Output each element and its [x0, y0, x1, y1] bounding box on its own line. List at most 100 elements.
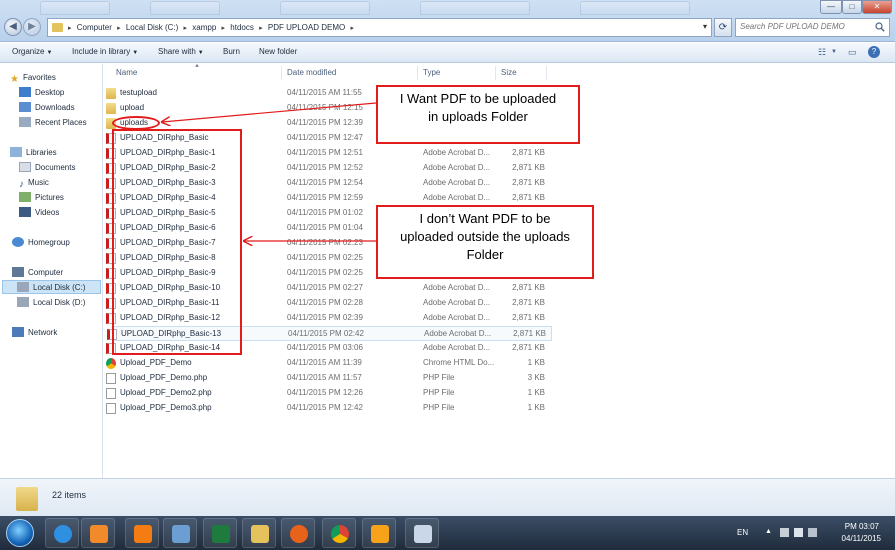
- burn-button[interactable]: Burn: [223, 47, 240, 56]
- column-header-type[interactable]: Type: [423, 68, 440, 77]
- firefox-icon: [290, 525, 308, 543]
- crumb-pdf-upload-demo[interactable]: PDF UPLOAD DEMO: [268, 23, 345, 32]
- search-box[interactable]: [735, 18, 890, 37]
- nav-videos[interactable]: Videos: [19, 206, 59, 220]
- clock-time[interactable]: PM 03:07: [845, 522, 879, 531]
- callout-top-line-1: I Want PDF to be uploaded: [399, 91, 557, 106]
- nav-recent-places[interactable]: Recent Places: [19, 116, 87, 130]
- column-header-size[interactable]: Size: [501, 68, 517, 77]
- help-icon[interactable]: ?: [868, 46, 880, 58]
- maximize-button[interactable]: □: [842, 0, 862, 14]
- file-size: 1 KB: [527, 388, 545, 397]
- column-headers: ▲ Name Date modified Type Size: [104, 63, 895, 82]
- nav-music[interactable]: ♪ Music: [19, 176, 49, 190]
- include-in-library-button[interactable]: Include in library ▼: [72, 47, 138, 56]
- view-options-icon[interactable]: ☷: [818, 47, 826, 58]
- search-icon[interactable]: [875, 22, 885, 32]
- file-row[interactable]: Upload_PDF_Demo 04/11/2015 AM 11:39 Chrome…: [106, 356, 552, 371]
- share-with-button[interactable]: Share with ▼: [158, 47, 204, 56]
- column-divider[interactable]: [281, 66, 282, 80]
- minimize-button[interactable]: —: [820, 0, 842, 14]
- chevron-right-icon[interactable]: ▸: [259, 25, 263, 32]
- xampp-icon: [134, 525, 152, 543]
- chevron-down-icon[interactable]: ▾: [703, 22, 707, 31]
- background-tab: [40, 1, 110, 15]
- volume-icon[interactable]: [808, 528, 817, 537]
- file-size: 2,871 KB: [512, 343, 545, 352]
- taskbar-explorer[interactable]: [242, 518, 276, 548]
- nav-favorites[interactable]: ★ Favorites: [10, 71, 56, 85]
- new-folder-button[interactable]: New folder: [259, 47, 297, 56]
- language-indicator[interactable]: EN: [737, 528, 748, 537]
- chevron-right-icon[interactable]: ▸: [117, 25, 121, 32]
- crumb-xampp[interactable]: xampp: [192, 23, 216, 32]
- column-header-name[interactable]: Name: [116, 68, 137, 77]
- taskbar-firefox[interactable]: [281, 518, 315, 548]
- nav-local-disk-c[interactable]: Local Disk (C:): [2, 280, 101, 294]
- chevron-up-icon[interactable]: ▲: [765, 528, 774, 537]
- nav-desktop[interactable]: Desktop: [19, 86, 64, 100]
- nav-local-disk-d[interactable]: Local Disk (D:): [17, 296, 85, 310]
- taskbar-sublime-text[interactable]: [362, 518, 396, 548]
- crumb-htdocs[interactable]: htdocs: [230, 23, 254, 32]
- file-date-modified: 04/11/2015 AM 11:39: [287, 358, 362, 367]
- crumb-computer[interactable]: Computer: [77, 23, 112, 32]
- action-center-icon[interactable]: [780, 528, 789, 537]
- clock-date[interactable]: 04/11/2015: [842, 534, 881, 543]
- nav-documents[interactable]: Documents: [19, 161, 75, 175]
- crumb-local-disk-c[interactable]: Local Disk (C:): [126, 23, 178, 32]
- file-row[interactable]: Upload_PDF_Demo3.php 04/11/2015 PM 12:42 P…: [106, 401, 552, 416]
- uploads-highlight-ellipse: [112, 116, 160, 130]
- file-type: Adobe Acrobat D...: [423, 163, 491, 172]
- organize-button[interactable]: Organize ▼: [12, 47, 52, 56]
- command-bar: Organize ▼ Include in library ▼ Share with…: [0, 43, 895, 63]
- chevron-right-icon[interactable]: ▸: [184, 25, 188, 32]
- back-button[interactable]: ◀: [4, 18, 22, 36]
- file-row[interactable]: Upload_PDF_Demo.php 04/11/2015 AM 11:57 PH…: [106, 371, 552, 386]
- refresh-button[interactable]: ⟳: [714, 18, 732, 37]
- php-file-icon: [106, 403, 116, 414]
- nav-videos-label: Videos: [35, 208, 60, 217]
- column-divider[interactable]: [546, 66, 547, 80]
- taskbar-paint[interactable]: [405, 518, 439, 548]
- file-date-modified: 04/11/2015 PM 02:25: [287, 253, 363, 262]
- breadcrumb: ▸ Computer ▸ Local Disk (C:) ▸ xampp ▸ h…: [68, 23, 357, 32]
- recent-places-icon: [19, 117, 31, 127]
- folder-icon: [106, 88, 116, 99]
- nav-pictures[interactable]: Pictures: [19, 191, 64, 205]
- taskbar-excel[interactable]: [203, 518, 237, 548]
- taskbar-virtual-machine[interactable]: [163, 518, 197, 548]
- callout-dont-want-outside: I don’t Want PDF to be uploaded outside …: [376, 205, 594, 279]
- background-tab: [420, 1, 530, 15]
- start-button[interactable]: [6, 519, 34, 547]
- preview-pane-icon[interactable]: ▭: [848, 47, 857, 58]
- taskbar-internet-explorer[interactable]: [45, 518, 79, 548]
- forward-button[interactable]: ▶: [23, 18, 41, 36]
- column-divider[interactable]: [417, 66, 418, 80]
- nav-libraries[interactable]: Libraries: [10, 146, 57, 160]
- nav-computer-label: Computer: [28, 268, 64, 277]
- taskbar-chrome[interactable]: [322, 518, 356, 548]
- search-input[interactable]: [740, 22, 868, 31]
- chevron-right-icon[interactable]: ▸: [222, 25, 226, 32]
- file-row[interactable]: Upload_PDF_Demo2.php 04/11/2015 PM 12:26 P…: [106, 386, 552, 401]
- address-bar[interactable]: ▸ Computer ▸ Local Disk (C:) ▸ xampp ▸ h…: [47, 18, 712, 37]
- column-header-date-modified[interactable]: Date modified: [287, 68, 336, 77]
- network-status-icon[interactable]: [794, 528, 803, 537]
- taskbar-media-player[interactable]: [81, 518, 115, 548]
- column-divider[interactable]: [495, 66, 496, 80]
- chevron-right-icon[interactable]: ▸: [350, 25, 354, 32]
- background-tab: [580, 1, 690, 15]
- nav-computer[interactable]: Computer: [12, 266, 63, 280]
- nav-homegroup[interactable]: Homegroup: [12, 236, 70, 250]
- nav-network-label: Network: [28, 328, 58, 337]
- file-date-modified: 04/11/2015 PM 01:04: [287, 223, 363, 232]
- folder-icon: [106, 103, 116, 114]
- chevron-down-icon[interactable]: ▼: [831, 49, 837, 55]
- file-date-modified: 04/11/2015 PM 03:06: [287, 343, 363, 352]
- close-button[interactable]: ✕: [862, 0, 892, 14]
- nav-network[interactable]: Network: [12, 326, 57, 340]
- excel-icon: [212, 525, 230, 543]
- nav-downloads[interactable]: Downloads: [19, 101, 75, 115]
- taskbar-xampp[interactable]: [125, 518, 159, 548]
